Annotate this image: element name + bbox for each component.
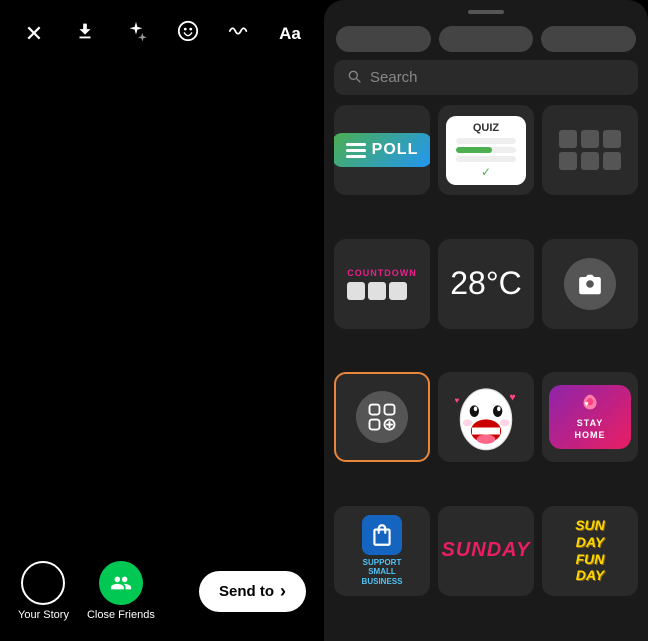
mouth-sticker: ♥ ♥ [451,382,521,452]
countdown-blocks [347,282,417,300]
num-cell-2 [581,130,599,148]
countdown-block-1 [347,282,365,300]
svg-text:♥: ♥ [509,392,515,404]
countdown-label: COUNTDOWN [347,268,417,278]
num-cell-1 [559,130,577,148]
num-cell-6 [603,152,621,170]
add-sticker-cell[interactable] [334,372,430,462]
bottom-bar: Your Story Close Friends Send to › [0,561,324,621]
poll-sticker: POLL [334,133,430,167]
support-bag-icon [362,515,402,555]
tab-pill-1[interactable] [336,26,431,52]
poll-label: POLL [372,141,419,159]
left-panel: ✕ Aa [0,0,324,641]
quiz-bar-green [456,147,492,153]
your-story-label: Your Story [18,609,69,621]
camera-sticker-cell[interactable] [542,239,638,329]
stay-home-line1: STAY [577,418,604,428]
quiz-check-icon: ✓ [456,165,516,179]
search-icon [346,68,362,87]
sundayfunday-sticker-cell[interactable]: SUN DAY FUN DAY [542,506,638,596]
quiz-label: QUIZ [456,122,516,134]
send-to-button[interactable]: Send to › [199,571,306,612]
your-story-button[interactable]: Your Story [18,561,69,621]
support-sticker-cell[interactable]: SUPPORT SMALL BUSINESS [334,506,430,596]
right-panel: POLL QUIZ ✓ [324,0,648,641]
sunday-sticker: SUNDAY [442,539,531,562]
camera-circle [564,258,616,310]
quiz-sticker-cell[interactable]: QUIZ ✓ [438,105,534,195]
svg-text:♥: ♥ [455,396,460,405]
sundayfunday-sticker: SUN DAY FUN DAY [575,517,605,584]
stay-home-line2: HOME [575,430,606,440]
temperature-sticker-cell[interactable]: 28°C [438,239,534,329]
wave-icon[interactable] [223,20,255,48]
your-story-circle [21,561,65,605]
sticker-grid: POLL QUIZ ✓ [324,105,648,641]
num-cell-4 [559,152,577,170]
send-to-arrow: › [280,581,286,602]
poll-lines-icon [346,143,366,158]
category-tabs [324,20,648,60]
close-icon[interactable]: ✕ [18,21,50,47]
countdown-block-3 [389,282,407,300]
svg-text:♥: ♥ [584,399,588,408]
num-cell-5 [581,152,599,170]
close-friends-circle [99,561,143,605]
support-sticker: SUPPORT SMALL BUSINESS [342,515,422,587]
quiz-sticker: QUIZ ✓ [446,116,526,185]
emoji-icon[interactable] [172,20,204,48]
quiz-bar-1 [456,138,516,144]
tab-pill-3[interactable] [541,26,636,52]
send-to-label: Send to [219,583,274,600]
num-cell-3 [603,130,621,148]
tab-pill-2[interactable] [439,26,534,52]
quiz-bar-3 [456,156,516,162]
download-icon[interactable] [69,20,101,48]
sunday-sticker-cell[interactable]: SUNDAY [438,506,534,596]
drag-handle[interactable] [468,10,504,14]
canvas-area [0,58,324,641]
poll-sticker-cell[interactable]: POLL [334,105,430,195]
text-icon[interactable]: Aa [274,24,306,44]
countdown-sticker-cell[interactable]: COUNTDOWN [334,239,430,329]
num-grid-sticker [553,124,627,176]
stayhome-sticker: ♥ STAY HOME [549,385,631,449]
close-friends-button[interactable]: Close Friends [87,561,155,621]
search-bar [334,60,638,95]
close-friends-label: Close Friends [87,609,155,621]
countdown-block-2 [368,282,386,300]
mouth-sticker-cell[interactable]: ♥ ♥ [438,372,534,462]
temperature-sticker: 28°C [450,265,522,302]
top-toolbar: ✕ Aa [0,0,324,58]
numgrid-sticker-cell[interactable] [542,105,638,195]
search-input[interactable] [370,69,626,86]
countdown-sticker: COUNTDOWN [347,268,417,300]
add-sticker-icon [356,391,408,443]
support-label: SUPPORT SMALL BUSINESS [342,558,422,587]
sparkle-icon[interactable] [120,20,152,48]
stayhome-sticker-cell[interactable]: ♥ STAY HOME [542,372,638,462]
